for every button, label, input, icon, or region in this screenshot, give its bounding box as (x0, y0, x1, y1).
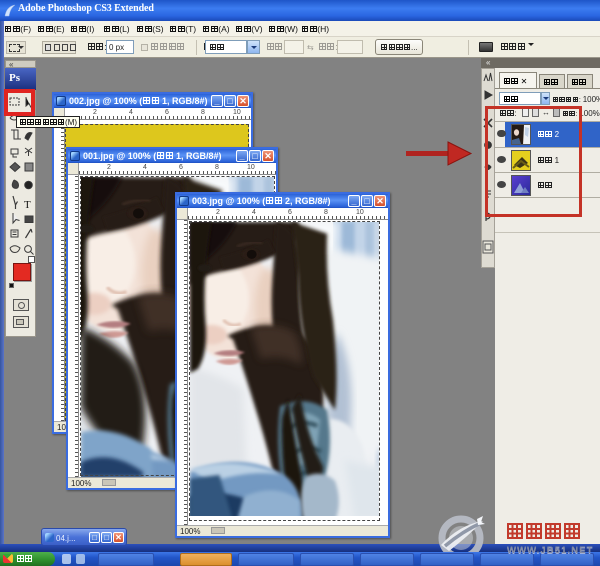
svg-text:T: T (24, 199, 31, 211)
